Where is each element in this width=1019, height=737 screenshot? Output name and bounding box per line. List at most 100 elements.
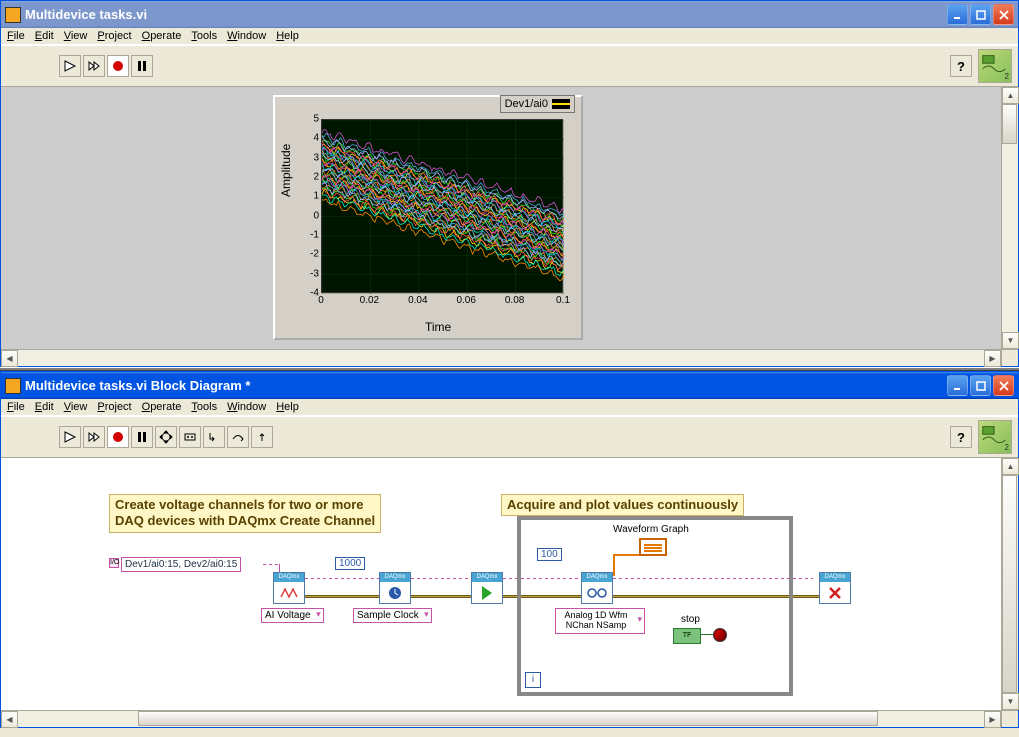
daqmx-timing-node[interactable]: DAQmx: [379, 572, 411, 604]
close-button[interactable]: [993, 375, 1014, 396]
wire: [305, 578, 379, 579]
comment-acquire-plot: Acquire and plot values continuously: [501, 494, 744, 516]
daqmx-read-node[interactable]: DAQmx: [581, 572, 613, 604]
menu-tools[interactable]: Tools: [191, 401, 217, 413]
samples-constant[interactable]: 100: [537, 548, 562, 561]
menu-edit[interactable]: Edit: [35, 401, 54, 413]
scroll-left-icon[interactable]: ◀: [1, 711, 18, 728]
minimize-button[interactable]: [947, 4, 968, 25]
step-into-button[interactable]: [203, 426, 225, 448]
context-help-button[interactable]: ?: [950, 55, 972, 77]
block-diagram-titlebar[interactable]: Multidevice tasks.vi Block Diagram *: [1, 372, 1018, 399]
legend-swatch-icon: [552, 99, 570, 109]
chart-xticks: 00.020.040.060.080.1: [321, 295, 563, 307]
daqmx-create-channel-node[interactable]: DAQmx: [273, 572, 305, 604]
chart-legend[interactable]: Dev1/ai0: [500, 95, 575, 113]
chart-ylabel: Amplitude: [279, 144, 293, 197]
menu-project[interactable]: Project: [97, 30, 131, 42]
scroll-down-icon[interactable]: ▼: [1002, 332, 1019, 349]
chart-xlabel: Time: [425, 320, 451, 334]
scroll-down-icon[interactable]: ▼: [1002, 693, 1019, 710]
menu-project[interactable]: Project: [97, 401, 131, 413]
abort-button[interactable]: [107, 55, 129, 77]
scroll-right-icon[interactable]: ▶: [984, 350, 1001, 367]
front-panel-titlebar[interactable]: Multidevice tasks.vi: [1, 1, 1018, 28]
close-button[interactable]: [993, 4, 1014, 25]
minimize-button[interactable]: [947, 375, 968, 396]
stop-label: stop: [681, 614, 700, 625]
menu-file[interactable]: File: [7, 30, 25, 42]
rate-constant[interactable]: 1000: [335, 557, 365, 570]
step-out-button[interactable]: [251, 426, 273, 448]
wire: [701, 634, 713, 635]
read-selector[interactable]: Analog 1D Wfm NChan NSamp: [555, 608, 645, 634]
run-continuous-button[interactable]: [83, 426, 105, 448]
create-channel-icon: [274, 582, 304, 604]
read-glasses-icon: [582, 582, 612, 604]
wire: [411, 578, 471, 579]
scroll-right-icon[interactable]: ▶: [984, 711, 1001, 728]
menu-view[interactable]: View: [64, 30, 88, 42]
menu-edit[interactable]: Edit: [35, 30, 54, 42]
pause-button[interactable]: [131, 426, 153, 448]
menu-window[interactable]: Window: [227, 401, 266, 413]
loop-condition-terminal[interactable]: [713, 628, 727, 642]
front-panel-hscroll[interactable]: ◀ ▶: [1, 349, 1018, 366]
front-panel-client[interactable]: Dev1/ai0 Amplitude Time 543210-1-2-3-4 0…: [1, 87, 1001, 349]
run-button[interactable]: [59, 426, 81, 448]
menu-window[interactable]: Window: [227, 30, 266, 42]
pause-button[interactable]: [131, 55, 153, 77]
daqmx-start-node[interactable]: DAQmx: [471, 572, 503, 604]
front-panel-vscroll[interactable]: ▲ ▼: [1001, 87, 1018, 349]
menu-file[interactable]: File: [7, 401, 25, 413]
chart-plot-area: [321, 119, 563, 293]
vi-icon[interactable]: [978, 420, 1012, 454]
menu-operate[interactable]: Operate: [142, 30, 182, 42]
timing-selector[interactable]: Sample Clock: [353, 608, 432, 623]
scroll-left-icon[interactable]: ◀: [1, 350, 18, 367]
menu-help[interactable]: Help: [276, 401, 299, 413]
loop-iteration-terminal: i: [525, 672, 541, 688]
step-over-button[interactable]: [227, 426, 249, 448]
waveform-graph-indicator[interactable]: Dev1/ai0 Amplitude Time 543210-1-2-3-4 0…: [273, 95, 583, 340]
front-panel-menubar: File Edit View Project Operate Tools Win…: [1, 28, 1018, 45]
block-diagram-hscroll[interactable]: ◀ ▶: [1, 710, 1018, 727]
context-help-button[interactable]: ?: [950, 426, 972, 448]
scroll-up-icon[interactable]: ▲: [1002, 87, 1019, 104]
block-diagram-toolbar: ?: [1, 416, 1018, 458]
clear-x-icon: [820, 582, 850, 604]
vi-icon[interactable]: [978, 49, 1012, 83]
menu-help[interactable]: Help: [276, 30, 299, 42]
stop-button-terminal[interactable]: TF: [673, 628, 701, 644]
maximize-button[interactable]: [970, 4, 991, 25]
block-diagram-title: Multidevice tasks.vi Block Diagram *: [25, 378, 947, 393]
create-channel-selector[interactable]: AI Voltage: [261, 608, 324, 623]
comment-create-channels: Create voltage channels for two or more …: [109, 494, 381, 533]
physical-channels-constant[interactable]: Dev1/ai0:15, Dev2/ai0:15: [121, 557, 241, 572]
block-diagram-client[interactable]: Create voltage channels for two or more …: [1, 458, 1001, 710]
daqmx-clear-node[interactable]: DAQmx: [819, 572, 851, 604]
front-panel-title: Multidevice tasks.vi: [25, 7, 947, 22]
wire: [613, 578, 813, 579]
labview-vi-icon: [5, 7, 21, 23]
clock-icon: [380, 582, 410, 604]
run-continuous-button[interactable]: [83, 55, 105, 77]
menu-view[interactable]: View: [64, 401, 88, 413]
waveform-graph-label: Waveform Graph: [613, 524, 689, 535]
run-button[interactable]: [59, 55, 81, 77]
scroll-up-icon[interactable]: ▲: [1002, 458, 1019, 475]
legend-label: Dev1/ai0: [505, 98, 548, 110]
front-panel-window: Multidevice tasks.vi File Edit View Proj…: [0, 0, 1019, 367]
retain-wire-values-button[interactable]: [179, 426, 201, 448]
waveform-graph-terminal[interactable]: [639, 538, 667, 556]
highlight-execution-button[interactable]: [155, 426, 177, 448]
menu-tools[interactable]: Tools: [191, 30, 217, 42]
io-selector-icon[interactable]: I/O: [109, 558, 119, 568]
wire: [613, 554, 639, 556]
play-icon: [482, 586, 492, 600]
block-diagram-window: Multidevice tasks.vi Block Diagram * Fil…: [0, 371, 1019, 728]
abort-button[interactable]: [107, 426, 129, 448]
maximize-button[interactable]: [970, 375, 991, 396]
block-diagram-vscroll[interactable]: ▲ ▼: [1001, 458, 1018, 710]
menu-operate[interactable]: Operate: [142, 401, 182, 413]
